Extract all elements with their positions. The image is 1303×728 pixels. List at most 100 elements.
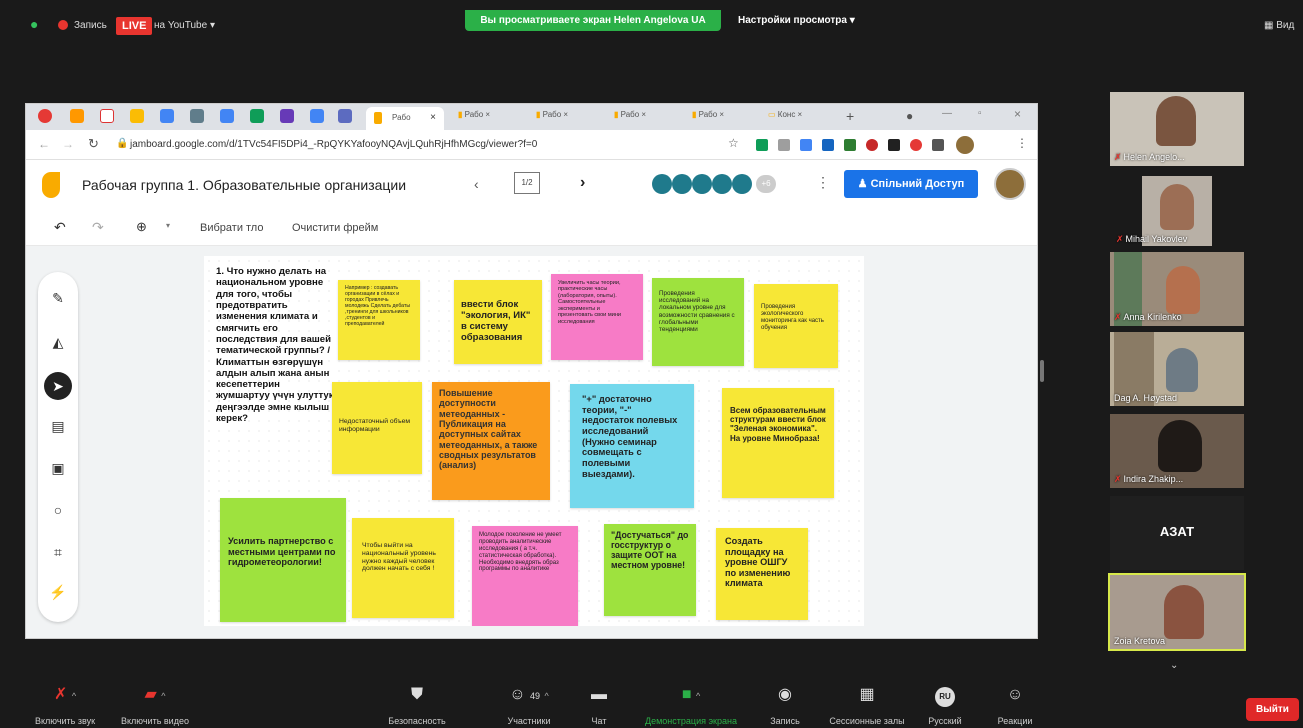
tab-jamboard[interactable]: ▮ Рабо × xyxy=(458,110,490,119)
tab-jamboard-active[interactable]: Рабо × xyxy=(366,107,444,130)
sticky-note[interactable]: Всем образовательным структурам ввести б… xyxy=(722,388,834,498)
url-input[interactable]: jamboard.google.com/d/1TVc54FI5DPi4_-RpQ… xyxy=(130,139,537,150)
leave-meeting-button[interactable]: Выйти xyxy=(1246,698,1299,721)
circle-shape-icon[interactable]: ○ xyxy=(49,502,67,520)
jamboard-toolbar: ↶ ↷ ⊕ ▾ Вибрати тло Очистити фрейм xyxy=(26,210,1037,246)
forms-icon[interactable] xyxy=(280,109,294,123)
undo-icon[interactable]: ↶ xyxy=(54,219,66,236)
drive-icon[interactable] xyxy=(130,109,144,123)
participant-tile[interactable]: ✗ Anna Kirilenko xyxy=(1110,252,1244,326)
extension-icon[interactable] xyxy=(844,139,856,151)
participant-tile[interactable]: ✗ Indira Zhakip... xyxy=(1110,414,1244,488)
sticky-note[interactable]: "Достучаться" до госструктур о защите ОО… xyxy=(604,524,696,616)
docs-icon[interactable] xyxy=(160,109,174,123)
sticky-note[interactable]: ввести блок "экология, ИК" в систему обр… xyxy=(454,280,542,364)
panel-resize-handle[interactable] xyxy=(1040,360,1044,382)
prev-frame-icon[interactable]: ‹ xyxy=(474,176,479,192)
tab-jamboard[interactable]: ▮ Рабо × xyxy=(614,110,646,119)
participants-count: 49 xyxy=(530,691,541,701)
participant-tile[interactable]: ✗ Helen Angelo... xyxy=(1110,92,1244,166)
sticky-note[interactable]: Проведения исследований на локальном уро… xyxy=(652,278,744,366)
pinterest-icon[interactable] xyxy=(910,139,922,151)
set-background-button[interactable]: Вибрати тло xyxy=(200,222,263,234)
reactions-button[interactable]: ☺ Реакции xyxy=(960,684,1070,726)
tab-search-icon[interactable]: ● xyxy=(906,109,913,123)
back-arrow-icon[interactable]: ← xyxy=(38,137,50,151)
sticky-note-icon[interactable]: ▤ xyxy=(49,418,67,436)
pen-icon[interactable]: ✎ xyxy=(49,290,67,308)
view-menu-button[interactable]: ▦ Вид xyxy=(1264,20,1294,31)
zoom-icon[interactable]: ⊕ xyxy=(136,219,147,235)
jamboard-favicon-icon: ▮ xyxy=(536,110,541,119)
more-viewers-badge[interactable]: +6 xyxy=(756,175,776,193)
sticky-note[interactable]: Недостаточный объем информации xyxy=(332,382,422,474)
tab-favicon-icon[interactable] xyxy=(338,109,352,123)
participant-video xyxy=(1158,420,1202,472)
tab-favicon-icon[interactable] xyxy=(70,109,84,123)
person-add-icon: ♟ xyxy=(857,178,868,190)
extension-icon[interactable] xyxy=(800,139,812,151)
youtube-dropdown[interactable]: на YouTube ▾ xyxy=(154,20,215,31)
profile-avatar[interactable] xyxy=(956,136,974,154)
sticky-note[interactable]: Например : создавать организации в сёлах… xyxy=(338,280,420,360)
clear-frame-button[interactable]: Очистити фрейм xyxy=(292,222,378,234)
next-frame-icon[interactable]: › xyxy=(580,174,585,192)
sticky-note[interactable]: "+" достаточно теории, "-" недостаток по… xyxy=(570,384,694,508)
start-video-button[interactable]: ▰ ^ Включить видео xyxy=(100,684,210,726)
puzzle-icon[interactable] xyxy=(932,139,944,151)
scroll-down-chevron-icon[interactable]: ⌄ xyxy=(1170,660,1178,671)
forward-arrow-icon[interactable]: → xyxy=(62,137,74,151)
browser-menu-icon[interactable]: ⋮ xyxy=(1016,136,1028,150)
minimize-button[interactable]: — xyxy=(942,108,952,119)
eraser-icon[interactable]: ◭ xyxy=(49,334,67,352)
frame-counter[interactable]: 1/2 xyxy=(514,172,540,194)
reload-icon[interactable]: ↻ xyxy=(88,136,99,152)
sticky-note[interactable]: Проведения экологического мониторинга ка… xyxy=(754,284,838,368)
sheets-icon[interactable] xyxy=(250,109,264,123)
close-icon[interactable]: × xyxy=(430,112,436,123)
text-box-icon[interactable]: ⌗ xyxy=(49,544,67,562)
participant-name: ✗ Helen Angelo... xyxy=(1114,152,1185,162)
tab-consultation[interactable]: ▭ Конс × xyxy=(768,110,802,119)
window-close-button[interactable]: × xyxy=(1014,107,1021,121)
account-avatar[interactable] xyxy=(994,168,1026,200)
zoom-dropdown-icon[interactable]: ▾ xyxy=(166,221,170,230)
participant-tile[interactable]: Dag A. Høystad xyxy=(1110,332,1244,406)
participant-name: ✗ Indira Zhakip... xyxy=(1114,474,1184,484)
new-tab-button[interactable]: + xyxy=(846,108,854,124)
maximize-button[interactable]: ▫ xyxy=(978,108,982,119)
tab-jamboard[interactable]: ▮ Рабо × xyxy=(536,110,568,119)
tab-favicon-icon[interactable] xyxy=(190,109,204,123)
sticky-note[interactable]: Увеличить часы теории, практические часы… xyxy=(551,274,643,360)
sticky-note[interactable]: Создать площадку на уровне ОШГУ по измен… xyxy=(716,528,808,620)
gmail-icon[interactable] xyxy=(100,109,114,123)
sticky-note[interactable]: Чтобы выйти на национальный уровень нужн… xyxy=(352,518,454,618)
more-options-icon[interactable]: ⋮ xyxy=(816,174,830,191)
opera-icon[interactable] xyxy=(38,109,52,123)
bookmark-star-icon[interactable]: ☆ xyxy=(728,136,739,150)
security-button[interactable]: ⛊ Безопасность xyxy=(362,684,472,726)
participant-tile-active-speaker[interactable]: Zoia Kretova xyxy=(1108,573,1246,651)
sticky-note[interactable]: Повышение доступности метеоданных - Публ… xyxy=(432,382,550,500)
opera-icon[interactable] xyxy=(866,139,878,151)
docs-icon[interactable] xyxy=(310,109,324,123)
extension-icon[interactable] xyxy=(756,139,768,151)
share-button[interactable]: ♟ Спільний Доступ xyxy=(844,170,978,198)
docs-icon[interactable] xyxy=(220,109,234,123)
extension-icon[interactable] xyxy=(822,139,834,151)
jamboard-logo-icon[interactable] xyxy=(42,172,60,198)
participant-video xyxy=(1160,184,1194,230)
extension-icon[interactable] xyxy=(778,139,790,151)
laser-icon[interactable]: ⚡ xyxy=(49,584,67,602)
question-text[interactable]: 1. Что нужно делать на национальном уров… xyxy=(216,266,334,424)
redo-icon[interactable]: ↷ xyxy=(92,219,104,236)
sticky-note[interactable]: Молодое поколение не умеет проводить ана… xyxy=(472,526,578,626)
jam-title[interactable]: Рабочая группа 1. Образовательные органи… xyxy=(82,177,406,193)
tab-jamboard[interactable]: ▮ Рабо × xyxy=(692,110,724,119)
select-cursor-icon[interactable]: ➤ xyxy=(44,372,72,400)
sticky-note[interactable]: Усилить партнерство с местными центрами … xyxy=(220,498,346,622)
extension-icon[interactable] xyxy=(888,139,900,151)
view-settings-dropdown[interactable]: Настройки просмотра ▾ xyxy=(738,15,855,26)
add-image-icon[interactable]: ▣ xyxy=(49,460,67,478)
participant-tile[interactable]: АЗАТ xyxy=(1110,496,1244,570)
